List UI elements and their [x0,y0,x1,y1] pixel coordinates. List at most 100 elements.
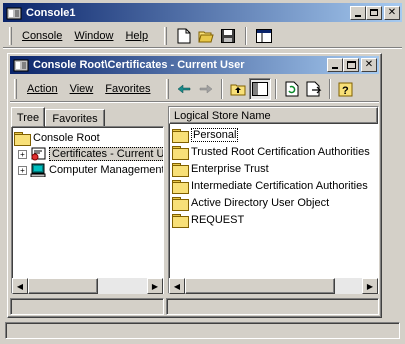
help-button[interactable]: ? [335,78,357,100]
new-window-button[interactable] [253,25,275,47]
status-panel-1 [10,298,164,315]
close-icon: ✕ [387,6,397,18]
menu-console-label: Console [22,29,63,42]
list-item[interactable]: Active Directory User Object [169,194,378,211]
menu-action-label: Action [27,82,58,95]
folder-icon [172,179,189,194]
tree-pane[interactable]: Console Root + Certificates - Current Us… [11,126,164,294]
tab-tree-label: Tree [16,111,40,124]
tree-item-label: Computer Management [49,164,164,176]
tab-favorites[interactable]: Favorites [45,109,105,127]
tab-favorites-label: Favorites [52,112,98,125]
child-title: Console Root\Certificates - Current User [33,59,245,71]
show-tree-icon [252,81,269,96]
scroll-right-button[interactable]: ▶ [362,278,378,294]
folder-icon [172,145,189,160]
child-maximize-button[interactable] [343,58,359,72]
menu-action[interactable]: Action [21,76,64,101]
scroll-thumb[interactable] [185,278,335,294]
list-pane[interactable]: Logical Store Name Personal Trusted Root… [168,106,379,294]
close-icon: ✕ [364,59,374,70]
toolbar-grip[interactable] [164,26,168,45]
list-item[interactable]: REQUEST [169,211,378,228]
expand-icon[interactable]: + [18,149,27,159]
menu-view[interactable]: View [64,76,100,101]
tree-item-certificates[interactable]: + Certificates - Current User [14,146,163,162]
tree-root-label: Console Root [33,132,100,144]
child-minimize-button[interactable] [327,58,343,72]
expand-icon[interactable]: + [18,165,27,175]
tab-strip: Tree Favorites [11,107,171,127]
nav-grip[interactable] [166,78,170,99]
list-item[interactable]: Enterprise Trust [169,160,378,177]
child-status-bar [10,298,379,315]
list-item-label: Personal [191,127,239,142]
list-item-label: Enterprise Trust [191,162,269,175]
close-button[interactable]: ✕ [384,5,400,20]
menu-console[interactable]: Console [16,24,68,47]
child-menu-grip[interactable] [14,78,17,99]
folder-icon [172,128,189,143]
minimize-button[interactable] [350,5,366,20]
forward-button[interactable] [195,78,217,100]
child-title-bar[interactable]: Console Root\Certificates - Current User… [10,56,379,74]
window-icon [256,28,273,43]
child-toolbar: Action View Favorites ? [10,76,379,102]
menu-help-label: Help [125,29,149,42]
tree-item-computer-management[interactable]: + Computer Management [14,162,163,178]
up-button[interactable] [227,78,249,100]
export-list-button[interactable] [303,78,325,100]
restore-icon [370,9,378,16]
scroll-left-button[interactable]: ◀ [12,278,28,294]
svg-text:?: ? [342,85,349,97]
list-item-label: Trusted Root Certification Authorities [191,145,370,158]
menu-help[interactable]: Help [119,24,154,47]
save-icon [221,28,236,43]
minimize-icon [355,14,361,17]
tree-hscrollbar[interactable]: ◀ ▶ [12,278,163,294]
list-item[interactable]: Intermediate Certification Authorities [169,177,378,194]
column-header-logical-store-name[interactable]: Logical Store Name [169,107,378,124]
scroll-left-button[interactable]: ◀ [169,278,185,294]
new-button[interactable] [173,25,195,47]
save-button[interactable] [217,25,239,47]
list-hscrollbar[interactable]: ◀ ▶ [169,278,378,294]
list-item-label: Intermediate Certification Authorities [191,179,368,192]
back-icon [178,83,191,94]
list-item[interactable]: Trusted Root Certification Authorities [169,143,378,160]
open-button[interactable] [195,25,217,47]
refresh-button[interactable] [281,78,303,100]
tree-item-label: Certificates - Current User [49,147,163,161]
folder-icon [172,196,189,211]
child-app-icon [13,58,29,72]
folder-icon [172,162,189,177]
scroll-right-button[interactable]: ▶ [147,278,163,294]
back-button[interactable] [173,78,195,100]
forward-icon [200,83,213,94]
up-icon [230,84,246,95]
help-icon: ? [338,82,353,97]
export-icon [306,81,322,96]
child-close-button[interactable]: ✕ [361,58,377,72]
list-item-label: REQUEST [191,213,245,226]
list-item[interactable]: Personal [169,126,378,143]
app-status-panel [5,322,400,339]
tab-tree[interactable]: Tree [11,107,45,127]
menu-favorites[interactable]: Favorites [99,76,156,101]
menu-favorites-label: Favorites [105,82,151,95]
tree-root[interactable]: Console Root [14,130,163,146]
app-status-bar [5,322,400,340]
show-tree-button[interactable] [249,77,272,100]
list-item-label: Active Directory User Object [191,196,330,209]
new-icon [177,28,191,43]
menu-window[interactable]: Window [68,24,119,47]
app-icon [6,6,22,20]
menu-window-label: Window [74,29,114,42]
menu-grip[interactable] [9,26,12,45]
app-title-bar[interactable]: Console1 ✕ [3,3,402,22]
main-menu-bar: Console Window Help [3,24,402,48]
scroll-thumb[interactable] [28,278,98,294]
maximize-icon [346,61,356,69]
restore-button[interactable] [366,5,382,20]
column-header-label: Logical Store Name [174,109,271,122]
